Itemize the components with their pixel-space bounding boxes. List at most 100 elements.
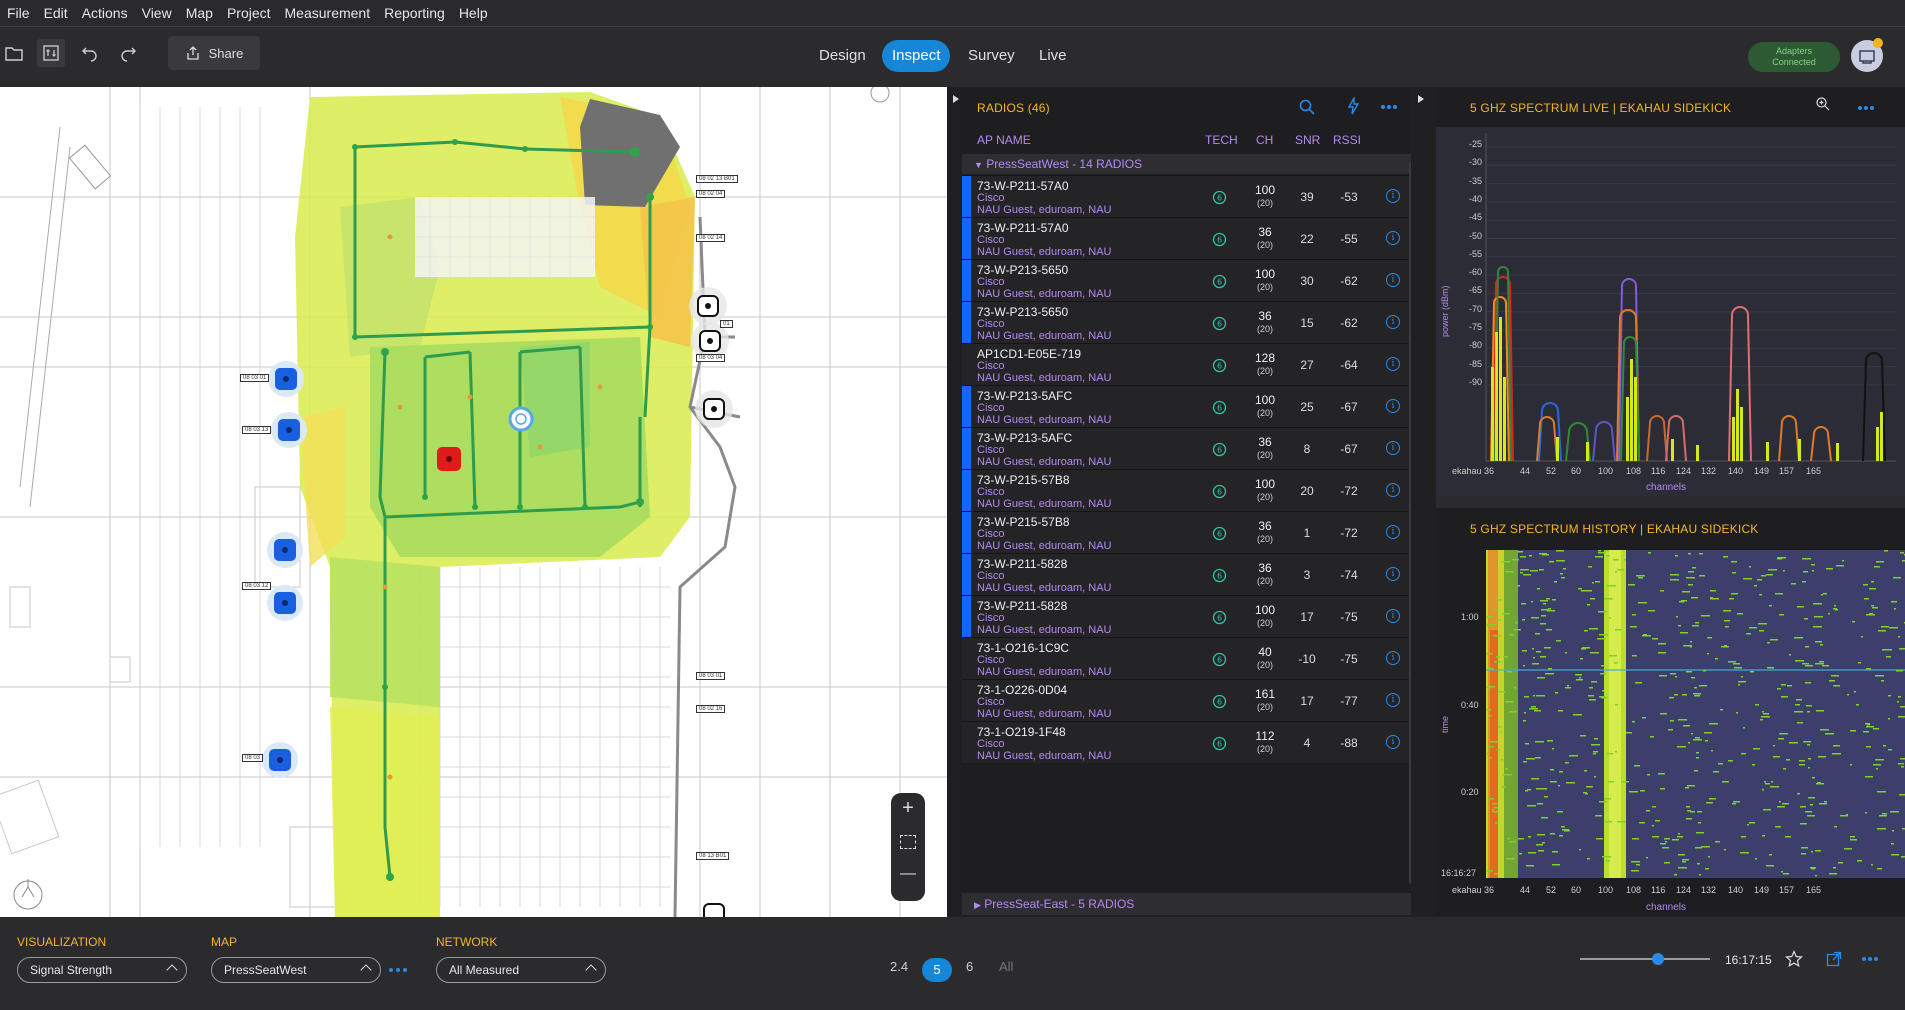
waterfall-noise [1875, 675, 1884, 677]
share-button[interactable]: Share [168, 36, 260, 70]
info-icon[interactable]: i [1386, 357, 1400, 371]
tab-survey[interactable]: Survey [958, 40, 1025, 72]
info-icon[interactable]: i [1386, 483, 1400, 497]
waterfall-noise [1698, 822, 1701, 824]
tab-live[interactable]: Live [1029, 40, 1077, 72]
waterfall-noise [1524, 696, 1529, 698]
zoom-in-button[interactable]: + [891, 797, 925, 825]
menu-map[interactable]: Map [179, 0, 220, 27]
radio-row[interactable]: 73-1-O216-1C9C Cisco NAU Guest, eduroam, N… [962, 637, 1411, 679]
menu-file[interactable]: File [0, 0, 37, 27]
radio-row[interactable]: AP1CD1-E05E-719 Cisco NAU Guest, eduroam, … [962, 343, 1411, 385]
radio-row[interactable]: 73-W-P213-5650 Cisco NAU Guest, eduroam, N… [962, 259, 1411, 301]
group-header-pressseat-east[interactable]: ▶ PressSeat-East - 5 RADIOS [962, 893, 1411, 915]
timeline-slider-track[interactable] [1580, 958, 1710, 960]
floor-plan-map[interactable]: 08 03 01 08 03 13 08 03 12 08 03 08 02 1… [0, 87, 947, 917]
x-tick-label: 100 [1598, 466, 1614, 476]
radio-row[interactable]: 73-W-P211-57A0 Cisco NAU Guest, eduroam, N… [962, 217, 1411, 259]
info-icon[interactable]: i [1386, 525, 1400, 539]
waterfall-noise [1898, 636, 1900, 638]
info-icon[interactable]: i [1386, 651, 1400, 665]
waterfall-noise [1804, 618, 1808, 620]
fit-to-screen-icon[interactable] [900, 835, 916, 849]
more-options-icon[interactable] [1861, 955, 1879, 963]
band-6[interactable]: 6 [966, 959, 973, 974]
menu-view[interactable]: View [135, 0, 179, 27]
redo-icon[interactable] [114, 39, 142, 67]
radio-row[interactable]: 73-W-P213-5AFC Cisco NAU Guest, eduroam, N… [962, 427, 1411, 469]
timeline-time: 16:17:15 [1725, 953, 1772, 967]
waterfall-noise [1710, 590, 1716, 592]
column-rssi[interactable]: RSSI [1333, 133, 1361, 147]
band-all[interactable]: All [999, 959, 1013, 974]
star-icon[interactable] [1785, 950, 1803, 968]
waterfall-noise [1857, 860, 1862, 862]
info-icon[interactable]: i [1386, 189, 1400, 203]
panel-splitter[interactable] [1411, 87, 1436, 917]
radio-row[interactable]: 73-W-P213-5AFC Cisco NAU Guest, eduroam, N… [962, 385, 1411, 427]
visualization-select[interactable]: Signal Strength [17, 957, 187, 983]
info-icon[interactable]: i [1386, 609, 1400, 623]
radio-row[interactable]: 73-1-O226-0D04 Cisco NAU Guest, eduroam, N… [962, 679, 1411, 721]
waterfall-noise [1523, 665, 1525, 667]
band-2-4[interactable]: 2.4 [890, 959, 908, 974]
radio-row[interactable]: 73-W-P215-57B8 Cisco NAU Guest, eduroam, N… [962, 469, 1411, 511]
radio-row[interactable]: 73-W-P213-5650 Cisco NAU Guest, eduroam, N… [962, 301, 1411, 343]
info-icon[interactable]: i [1386, 567, 1400, 581]
adapters-status-badge[interactable]: Adapters Connected [1748, 42, 1840, 72]
network-select[interactable]: All Measured [436, 957, 606, 983]
waterfall-noise [1580, 735, 1586, 737]
external-window-icon[interactable] [1826, 951, 1842, 967]
info-icon[interactable]: i [1386, 231, 1400, 245]
menu-reporting[interactable]: Reporting [377, 0, 452, 27]
undo-icon[interactable] [76, 39, 104, 67]
timeline-slider-thumb[interactable] [1652, 953, 1664, 965]
waterfall-noise [1891, 854, 1899, 856]
info-icon[interactable]: i [1386, 315, 1400, 329]
more-options-icon[interactable] [1380, 99, 1398, 115]
info-icon[interactable]: i [1386, 735, 1400, 749]
waterfall-noise [1816, 783, 1824, 785]
tab-design[interactable]: Design [809, 40, 876, 72]
radio-row[interactable]: 73-W-P211-5828 Cisco NAU Guest, eduroam, N… [962, 595, 1411, 637]
band-5[interactable]: 5 [922, 958, 952, 982]
info-icon[interactable]: i [1386, 693, 1400, 707]
menu-help[interactable]: Help [452, 0, 495, 27]
filter-bolt-icon[interactable] [1345, 97, 1363, 115]
waterfall-noise [1598, 550, 1601, 552]
column-ch[interactable]: CH [1256, 133, 1273, 147]
column-snr[interactable]: SNR [1295, 133, 1320, 147]
zoom-out-button[interactable]: — [891, 865, 925, 893]
floor-plan-canvas [0, 87, 947, 917]
panel-splitter[interactable] [947, 87, 962, 917]
radio-row[interactable]: 73-W-P211-5828 Cisco NAU Guest, eduroam, N… [962, 553, 1411, 595]
map-more-options-icon[interactable] [388, 966, 408, 974]
info-icon[interactable]: i [1386, 441, 1400, 455]
channel-width: (20) [1256, 702, 1273, 712]
radio-row[interactable]: 73-W-P211-57A0 Cisco NAU Guest, eduroam, N… [962, 175, 1411, 217]
group-header-pressseatwest[interactable]: ▼ PressSeatWest - 14 RADIOS [962, 154, 1411, 174]
waterfall-noise [1595, 556, 1603, 558]
menu-measurement[interactable]: Measurement [278, 0, 378, 27]
waterfall-noise [1709, 723, 1718, 725]
waterfall-noise [1588, 695, 1594, 697]
waterfall-noise [1590, 598, 1595, 600]
zoom-icon[interactable] [1816, 97, 1830, 111]
open-folder-icon[interactable] [0, 39, 28, 67]
menu-edit[interactable]: Edit [37, 0, 75, 27]
menu-project[interactable]: Project [220, 0, 278, 27]
radio-row[interactable]: 73-1-O219-1F48 Cisco NAU Guest, eduroam, N… [962, 721, 1411, 763]
column-tech[interactable]: TECH [1205, 133, 1238, 147]
waterfall-noise [1854, 691, 1856, 693]
menu-actions[interactable]: Actions [75, 0, 135, 27]
map-select[interactable]: PressSeatWest [211, 957, 381, 983]
waterfall-noise [1518, 838, 1524, 840]
info-icon[interactable]: i [1386, 273, 1400, 287]
search-icon[interactable] [1299, 99, 1315, 115]
tab-inspect[interactable]: Inspect [882, 40, 951, 72]
more-options-icon[interactable] [1857, 100, 1875, 116]
radio-row[interactable]: 73-W-P215-57B8 Cisco NAU Guest, eduroam, N… [962, 511, 1411, 553]
info-icon[interactable]: i [1386, 399, 1400, 413]
import-export-icon[interactable] [37, 39, 65, 67]
column-ap-name[interactable]: AP NAME [977, 133, 1031, 147]
